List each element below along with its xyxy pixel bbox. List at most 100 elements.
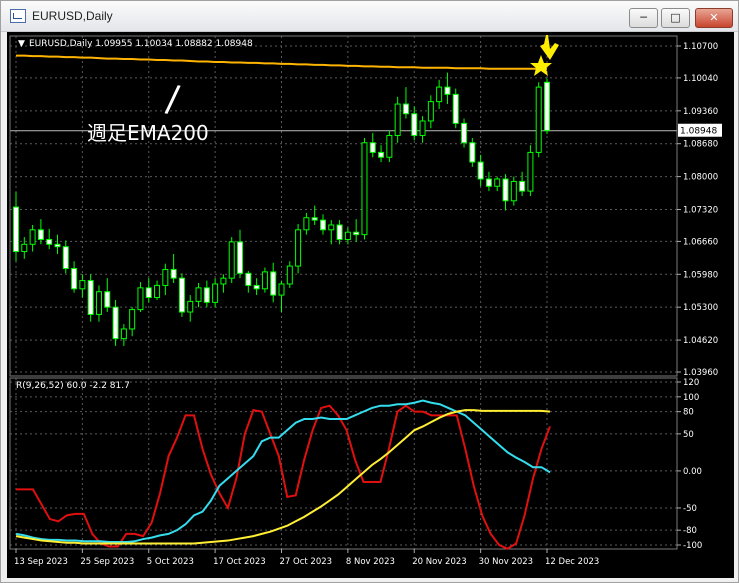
indicator-tick-label: -50	[683, 504, 697, 514]
candle-body	[461, 122, 468, 144]
candle-body	[87, 280, 94, 315]
candle-body	[328, 224, 335, 231]
candle-body	[129, 309, 136, 330]
candle-body	[295, 229, 302, 267]
candle	[535, 82, 542, 158]
candle-body	[62, 246, 69, 269]
chart-svg: 1.10700 1.10040 1.09360 1.08680 1.08000 1.073…	[7, 32, 734, 578]
price-tick-label: 1.08000	[683, 173, 718, 183]
main-panel-header-arrow: ▼	[18, 39, 25, 49]
candle-body	[95, 291, 102, 315]
indicator-tick-label: 0.00	[683, 467, 702, 477]
candle	[394, 96, 401, 143]
price-tick-label: 1.04620	[683, 336, 718, 346]
indicator-tick-label: 120	[683, 378, 699, 388]
chart-window-icon	[10, 9, 26, 23]
candle-body	[452, 93, 459, 124]
price-tick-label: 1.06660	[683, 237, 718, 247]
time-tick-label: 8 Nov 2023	[346, 557, 395, 567]
candle-body	[79, 280, 86, 290]
indicator-tick-label: -100	[683, 541, 702, 551]
candle-body	[112, 306, 119, 340]
candle-body	[469, 142, 476, 163]
candle-body	[195, 287, 202, 302]
candle-body	[353, 231, 360, 236]
candle	[112, 299, 119, 346]
minimize-icon: ─	[640, 11, 647, 24]
candle-body	[411, 113, 418, 136]
candle	[510, 176, 517, 206]
candle-body	[154, 284, 161, 299]
candle	[361, 137, 368, 240]
candle	[87, 274, 94, 322]
chart-window: EURUSD,Daily ─ □ ✕ 1.10700 1.10040 1.09360…	[0, 0, 739, 583]
candle-body	[344, 231, 351, 240]
candle	[469, 137, 476, 167]
price-tick-label: 1.09360	[683, 107, 718, 117]
time-tick-label: 20 Nov 2023	[412, 557, 466, 567]
candle-body	[286, 265, 293, 285]
candle-body	[71, 267, 78, 290]
maximize-button[interactable]: □	[661, 8, 690, 28]
candle-body	[178, 277, 185, 313]
candle-body	[120, 328, 127, 340]
close-button[interactable]: ✕	[695, 8, 733, 28]
candle-body	[494, 178, 501, 187]
candle-body	[137, 287, 144, 311]
candle-body	[419, 120, 426, 136]
indicator-panel-header: R(9,26,52) 60.0 -2.2 81.7	[16, 381, 130, 391]
candle-body	[319, 219, 326, 231]
candle-body	[402, 103, 409, 115]
minimize-button[interactable]: ─	[629, 8, 658, 28]
candle-body	[544, 81, 550, 132]
candle-body	[527, 151, 534, 192]
candle-body	[220, 277, 227, 285]
candle-body	[13, 206, 19, 253]
candle-body	[535, 86, 542, 153]
candle	[386, 130, 393, 163]
candle-body	[237, 241, 244, 274]
price-tick-label: 1.05300	[683, 303, 718, 313]
candle-body	[477, 161, 484, 180]
candle-body	[54, 243, 61, 248]
candle-body	[444, 86, 451, 95]
candle-body	[170, 268, 177, 279]
time-tick-label: 30 Nov 2023	[479, 557, 533, 567]
chart-area[interactable]: 1.10700 1.10040 1.09360 1.08680 1.08000 1.073…	[7, 32, 734, 578]
candle-body	[46, 238, 53, 245]
svg-text:1.08948: 1.08948	[680, 127, 717, 137]
candle-body	[311, 217, 318, 221]
candle	[228, 237, 235, 284]
price-tick-label: 1.10700	[683, 42, 718, 52]
price-tick-label: 1.05980	[683, 270, 718, 280]
candle-body	[510, 180, 517, 202]
indicator-tick-label: 80	[683, 408, 694, 418]
main-panel-header: EURUSD,Daily 1.09955 1.10034 1.08882 1.0…	[29, 39, 253, 49]
candle-body	[104, 291, 111, 308]
candle-body	[336, 224, 343, 240]
candle-body	[261, 271, 268, 290]
candle	[452, 88, 459, 129]
candle-body	[253, 284, 260, 290]
candle-body	[519, 180, 526, 192]
candle	[178, 273, 185, 317]
candle-body	[245, 272, 252, 286]
indicator-tick-label: 50	[683, 430, 694, 440]
indicator-tick-label: -80	[683, 526, 697, 536]
candle-body	[270, 271, 277, 296]
candle-body	[427, 101, 434, 122]
indicator-tick-label: 100	[683, 393, 699, 403]
window-title: EURUSD,Daily	[32, 9, 113, 23]
time-tick-label: 17 Oct 2023	[213, 557, 266, 567]
annotation-label: 週足EMA200	[87, 121, 209, 145]
candle-body	[212, 283, 219, 303]
title-bar[interactable]: EURUSD,Daily ─ □ ✕	[1, 1, 738, 32]
close-icon: ✕	[709, 11, 719, 24]
price-tick-label: 1.03960	[683, 368, 718, 378]
candle-body	[436, 86, 443, 103]
candle-body	[361, 142, 368, 236]
candle-body	[203, 287, 210, 303]
candle-body	[369, 142, 376, 153]
price-tick-label: 1.10040	[683, 74, 718, 84]
candle-body	[21, 243, 28, 253]
